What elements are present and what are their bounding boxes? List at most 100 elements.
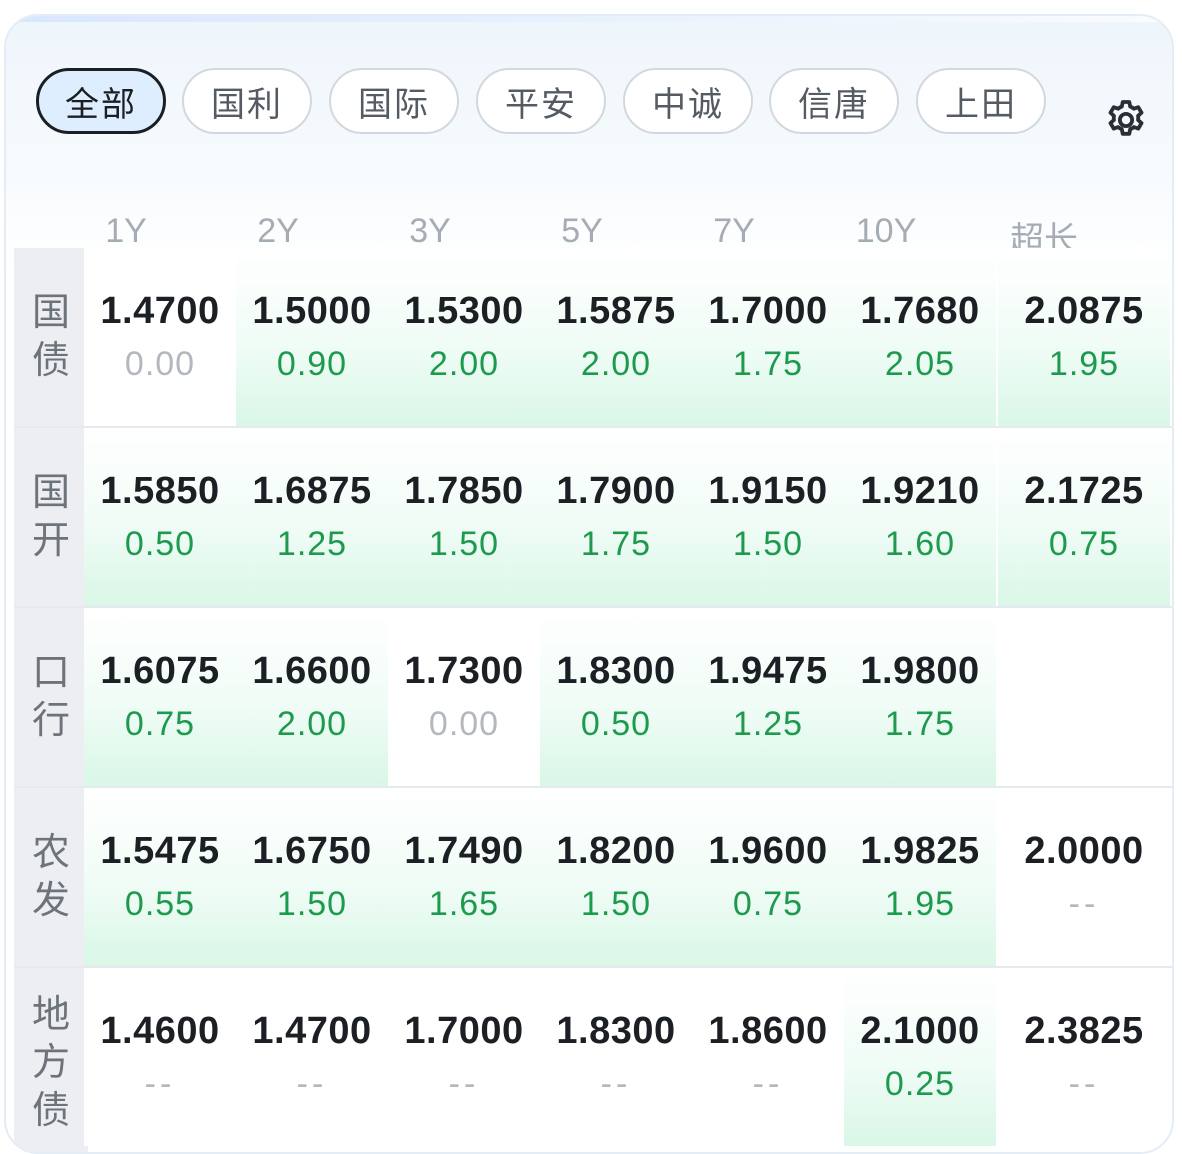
yield-cell[interactable]: 1.9800 1.75	[844, 608, 996, 786]
yield-change: 1.95	[1048, 345, 1120, 383]
yield-cell[interactable]: 1.7000 --	[388, 968, 540, 1146]
yield-change: --	[296, 1065, 328, 1103]
yield-rate: 2.3825	[1024, 1010, 1144, 1052]
yield-cell[interactable]: 2.1725 0.75	[998, 428, 1170, 606]
yield-rate: 2.1000	[860, 1010, 980, 1052]
yield-cell[interactable]: 1.7900 1.75	[540, 428, 692, 606]
yield-change: 2.00	[276, 705, 348, 743]
yield-rate: 1.9150	[708, 470, 828, 512]
yield-rate: 2.0000	[1024, 830, 1144, 872]
yield-rate: 1.4700	[100, 290, 220, 332]
yield-cell	[998, 608, 1170, 786]
yield-change: 1.25	[732, 705, 804, 743]
yield-cell[interactable]: 1.7490 1.65	[388, 788, 540, 966]
row-header-4: 地方债	[14, 968, 88, 1152]
row-header-1: 国开	[14, 428, 88, 606]
yield-change: --	[600, 1065, 632, 1103]
yield-cell[interactable]: 1.7680 2.05	[844, 248, 996, 426]
yield-cell[interactable]: 1.5300 2.00	[388, 248, 540, 426]
yield-cell[interactable]: 1.5850 0.50	[84, 428, 236, 606]
yield-cell[interactable]: 2.0000 --	[998, 788, 1170, 966]
yield-rate: 1.8300	[556, 650, 676, 692]
yield-card: 全部 国利 国际 平安 中诚 信唐 上田 1Y 2Y 3Y 5Y 7Y 10Y 超长 国债 1.4700 0…	[4, 14, 1174, 1154]
yield-cell[interactable]: 1.5000 0.90	[236, 248, 388, 426]
filter-chip-0[interactable]: 全部	[36, 68, 166, 134]
yield-rate: 1.9825	[860, 830, 980, 872]
yield-cell[interactable]: 1.4600 --	[84, 968, 236, 1146]
row-header-3: 农发	[14, 788, 88, 966]
yield-cell[interactable]: 1.9825 1.95	[844, 788, 996, 966]
column-header-4[interactable]: 7Y	[658, 212, 810, 251]
yield-rate: 1.6750	[252, 830, 372, 872]
column-header-5[interactable]: 10Y	[810, 212, 962, 251]
column-header-3[interactable]: 5Y	[506, 212, 658, 251]
yield-cell[interactable]: 2.0875 1.95	[998, 248, 1170, 426]
filter-chip-1[interactable]: 国利	[182, 68, 312, 134]
yield-cell[interactable]: 1.5475 0.55	[84, 788, 236, 966]
yield-cell[interactable]: 1.6075 0.75	[84, 608, 236, 786]
yield-rate: 1.9210	[860, 470, 980, 512]
row-header-char: 方	[31, 1042, 70, 1084]
yield-rate: 1.7900	[556, 470, 676, 512]
yield-rate: 1.6600	[252, 650, 372, 692]
yield-change: --	[1068, 1065, 1100, 1103]
yield-rate: 1.5875	[556, 290, 676, 332]
yield-cell[interactable]: 1.4700 0.00	[84, 248, 236, 426]
yield-cell[interactable]: 1.9210 1.60	[844, 428, 996, 606]
yield-cell[interactable]: 1.5875 2.00	[540, 248, 692, 426]
yield-rate: 1.7000	[708, 290, 828, 332]
yield-change: 2.00	[580, 345, 652, 383]
yield-cell[interactable]: 1.4700 --	[236, 968, 388, 1146]
yield-change: 0.75	[1048, 525, 1120, 563]
yield-cell[interactable]: 2.1000 0.25	[844, 968, 996, 1146]
yield-change: --	[448, 1065, 480, 1103]
row-header-char: 农	[31, 832, 70, 874]
yield-change: 1.60	[884, 525, 956, 563]
filter-chip-5[interactable]: 信唐	[769, 68, 899, 134]
yield-rate: 2.1725	[1024, 470, 1144, 512]
yield-cell[interactable]: 1.9600 0.75	[692, 788, 844, 966]
yield-change: 0.90	[276, 345, 348, 383]
yield-cell[interactable]: 1.8600 --	[692, 968, 844, 1146]
filter-chip-2[interactable]: 国际	[329, 68, 459, 134]
yield-change: 0.75	[124, 705, 196, 743]
filter-chip-6[interactable]: 上田	[916, 68, 1046, 134]
column-header-2[interactable]: 3Y	[354, 212, 506, 251]
yield-cell[interactable]: 1.6600 2.00	[236, 608, 388, 786]
yield-change: 1.25	[276, 525, 348, 563]
column-header-1[interactable]: 2Y	[202, 212, 354, 251]
filter-chip-4[interactable]: 中诚	[623, 68, 753, 134]
row-header-char: 地	[31, 994, 70, 1036]
yield-change: --	[144, 1065, 176, 1103]
yield-cell[interactable]: 1.8300 0.50	[540, 608, 692, 786]
yield-rate: 1.6875	[252, 470, 372, 512]
yield-cell[interactable]: 1.7850 1.50	[388, 428, 540, 606]
yield-cell[interactable]: 1.7000 1.75	[692, 248, 844, 426]
yield-change: 1.50	[428, 525, 500, 563]
yield-cell[interactable]: 2.3825 --	[998, 968, 1170, 1146]
yield-change: 2.00	[428, 345, 500, 383]
row-header-char: 债	[31, 340, 70, 382]
yield-change: --	[752, 1065, 784, 1103]
column-header-0[interactable]: 1Y	[50, 212, 202, 251]
yield-rate: 1.8200	[556, 830, 676, 872]
yield-cell[interactable]: 1.9150 1.50	[692, 428, 844, 606]
settings-button[interactable]	[1102, 96, 1150, 144]
yield-cell[interactable]: 1.6750 1.50	[236, 788, 388, 966]
yield-change: 1.50	[580, 885, 652, 923]
yield-rate: 1.8600	[708, 1010, 828, 1052]
yield-change: 1.75	[580, 525, 652, 563]
filter-chip-3[interactable]: 平安	[476, 68, 606, 134]
yield-rate: 1.4600	[100, 1010, 220, 1052]
yield-cell[interactable]: 1.8200 1.50	[540, 788, 692, 966]
yield-cell[interactable]: 1.6875 1.25	[236, 428, 388, 606]
row-header-char: 口	[31, 652, 70, 694]
yield-rate: 1.9475	[708, 650, 828, 692]
yield-cell[interactable]: 1.9475 1.25	[692, 608, 844, 786]
yield-change: 0.55	[124, 885, 196, 923]
yield-cell[interactable]: 1.7300 0.00	[388, 608, 540, 786]
yield-change: 0.00	[428, 705, 500, 743]
yield-cell[interactable]: 1.8300 --	[540, 968, 692, 1146]
yield-rate: 1.4700	[252, 1010, 372, 1052]
row-header-char: 发	[31, 880, 70, 922]
